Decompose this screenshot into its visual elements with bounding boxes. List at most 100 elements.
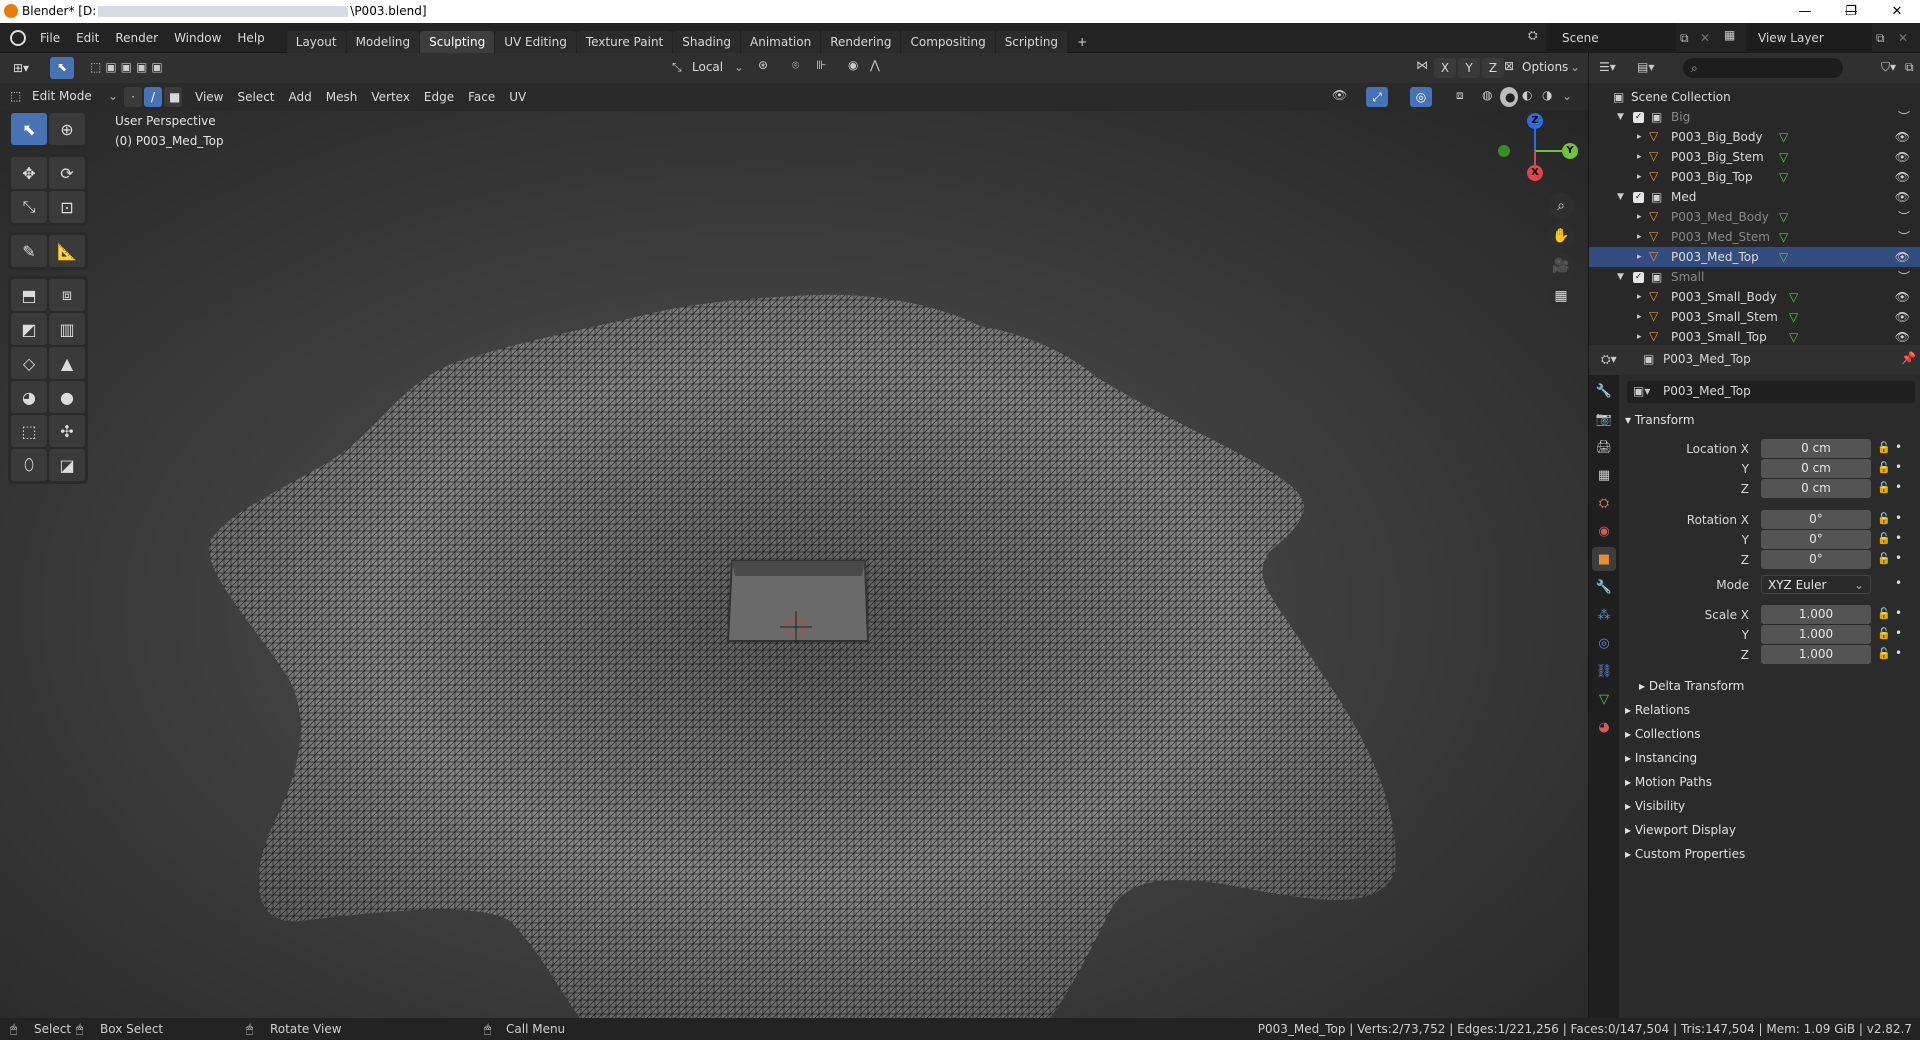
view-layer-selector[interactable]: View Layer	[1746, 23, 1872, 53]
outliner-object-row[interactable]: ▸ ▽ P003_Med_Stem ▽ ︶	[1589, 227, 1920, 247]
expand-arrow-icon[interactable]: ▸	[1637, 307, 1642, 327]
mesh-data-icon[interactable]: ▽	[1779, 227, 1788, 247]
keyframe-dot-icon[interactable]: •	[1895, 626, 1902, 640]
properties-section-header[interactable]: ▸ Collections	[1625, 723, 1700, 745]
material-shading-icon[interactable]: ◐	[1522, 88, 1532, 102]
rotation-y-field[interactable]: 0°	[1761, 530, 1871, 549]
render-tab-icon[interactable]: 📷	[1592, 407, 1616, 431]
tool-tab-icon[interactable]: 🔧	[1592, 379, 1616, 403]
add-workspace-button[interactable]: +	[1068, 31, 1096, 53]
zoom-icon[interactable]: ⌕	[1548, 193, 1574, 219]
outliner-object-row[interactable]: ▸ ▽ P003_Big_Body ▽ 👁	[1589, 127, 1920, 147]
location-z-field[interactable]: 0 cm	[1761, 479, 1871, 498]
lock-icon[interactable]: 🔓	[1877, 512, 1891, 525]
menu-help[interactable]: Help	[229, 23, 272, 53]
transform-panel-header[interactable]: ▾ Transform	[1625, 409, 1695, 431]
outliner-editor-icon[interactable]: ☰▾	[1599, 60, 1616, 74]
display-mode-icon[interactable]: ▤▾	[1637, 60, 1654, 74]
collection-row[interactable]: ▼ ✓ ▣ Small ︶	[1589, 267, 1920, 287]
scale-x-field[interactable]: 1.000	[1761, 605, 1871, 624]
filter-icon[interactable]: ⛉▾	[1881, 60, 1896, 75]
ortho-grid-icon[interactable]: ▦	[1548, 283, 1574, 309]
scene-tab-icon[interactable]: ⛭	[1592, 491, 1616, 515]
lock-icon[interactable]: 🔓	[1877, 461, 1891, 474]
keyframe-dot-icon[interactable]: •	[1895, 460, 1902, 474]
outliner-object-row[interactable]: ▸ ▽ P003_Med_Top ▽ 👁	[1589, 247, 1920, 267]
xray-icon[interactable]: ⧈	[1456, 88, 1464, 103]
transform-orientation-icon[interactable]: ⤡	[672, 60, 682, 75]
expand-arrow-icon[interactable]: ▸	[1637, 227, 1642, 247]
smooth-tool-icon[interactable]: ●	[49, 381, 85, 413]
collection-row[interactable]: ▼ ✓ ▣ Big ︶	[1589, 107, 1920, 127]
menu-select[interactable]: Select	[230, 83, 281, 111]
outliner-object-row[interactable]: ▸ ▽ P003_Med_Body ▽ ︶	[1589, 207, 1920, 227]
physics-tab-icon[interactable]: ◎	[1592, 631, 1616, 655]
visibility-icon[interactable]: 👁	[1332, 88, 1347, 102]
tab-modeling[interactable]: Modeling	[346, 31, 420, 53]
camera-view-icon[interactable]: 🎥	[1548, 253, 1574, 279]
visibility-eye-icon[interactable]: 👁	[1895, 307, 1910, 327]
object-name-field[interactable]: ▣▾ P003_Med_Top	[1627, 381, 1915, 403]
visibility-eye-icon[interactable]: ︶	[1898, 227, 1910, 247]
loop-cut-tool-icon[interactable]: ▥	[49, 313, 85, 345]
delta-transform-subpanel[interactable]: ▸ Delta Transform	[1639, 675, 1744, 697]
menu-face[interactable]: Face	[461, 83, 502, 111]
transform-orientation-selector[interactable]: Local	[692, 60, 723, 74]
properties-section-header[interactable]: ▸ Relations	[1625, 699, 1690, 721]
snap-target-icon[interactable]: ⊪	[816, 58, 826, 72]
selection-mode-icons[interactable]: ⬚▣▣▣▣	[90, 60, 167, 74]
properties-section-header[interactable]: ▸ Visibility	[1625, 795, 1685, 817]
particles-tab-icon[interactable]: ⁂	[1592, 603, 1616, 627]
expand-arrow-icon[interactable]: ▸	[1637, 327, 1642, 347]
menu-edit[interactable]: Edit	[68, 23, 107, 53]
keyframe-dot-icon[interactable]: •	[1895, 646, 1902, 660]
visibility-eye-icon[interactable]: ︶	[1898, 267, 1910, 287]
tab-shading[interactable]: Shading	[673, 31, 740, 53]
delete-scene-icon[interactable]: ✕	[1700, 31, 1710, 45]
active-tool-icon[interactable]: ⬉	[50, 57, 74, 79]
exclude-checkbox[interactable]: ✓	[1633, 112, 1644, 123]
lock-icon[interactable]: 🔓	[1877, 627, 1891, 640]
menu-view[interactable]: View	[188, 83, 230, 111]
tab-compositing[interactable]: Compositing	[901, 31, 995, 53]
menu-mesh[interactable]: Mesh	[319, 83, 365, 111]
lock-icon[interactable]: 🔓	[1877, 607, 1891, 620]
lock-icon[interactable]: 🔓	[1877, 532, 1891, 545]
face-select-button[interactable]: ■	[164, 87, 182, 107]
shrink-fatten-tool-icon[interactable]: ✣	[49, 415, 85, 447]
falloff-icon[interactable]: ⋀	[870, 58, 880, 72]
scale-z-field[interactable]: 1.000	[1761, 645, 1871, 664]
vertex-select-button[interactable]: ·	[124, 87, 142, 107]
gizmo-neg-y-axis[interactable]	[1498, 145, 1510, 157]
auto-merge-icon[interactable]: ⊠	[1504, 59, 1514, 73]
menu-vertex[interactable]: Vertex	[364, 83, 417, 111]
proportional-edit-icon[interactable]: ◉	[848, 58, 858, 72]
close-window-button[interactable]: ✕	[1874, 0, 1920, 23]
mesh-data-icon[interactable]: ▽	[1789, 327, 1798, 347]
lock-icon[interactable]: 🔓	[1877, 441, 1891, 454]
delete-view-layer-icon[interactable]: ✕	[1898, 31, 1908, 45]
collection-row[interactable]: ▼ ✓ ▣ Med 👁	[1589, 187, 1920, 207]
rotation-mode-select[interactable]: XYZ Euler ⌄	[1761, 575, 1871, 594]
visibility-eye-icon[interactable]: 👁	[1895, 327, 1910, 347]
mesh-data-icon[interactable]: ▽	[1779, 147, 1788, 167]
outliner-search-input[interactable]: ⌕	[1683, 58, 1843, 78]
visibility-eye-icon[interactable]: ︶	[1898, 107, 1910, 127]
keyframe-dot-icon[interactable]: •	[1895, 531, 1902, 545]
visibility-eye-icon[interactable]: 👁	[1895, 127, 1910, 147]
rotation-x-field[interactable]: 0°	[1761, 510, 1871, 529]
keyframe-dot-icon[interactable]: •	[1895, 551, 1902, 565]
tab-uv-editing[interactable]: UV Editing	[495, 31, 576, 53]
menu-uv[interactable]: UV	[502, 83, 533, 111]
move-tool-icon[interactable]: ✥	[11, 157, 47, 189]
3d-viewport[interactable]: User Perspective (0) P003_Med_Top Z Y X …	[0, 111, 1588, 1018]
exclude-checkbox[interactable]: ✓	[1633, 192, 1644, 203]
mesh-data-icon[interactable]: ▽	[1779, 167, 1788, 187]
keyframe-dot-icon[interactable]: •	[1895, 480, 1902, 494]
expand-arrow-icon[interactable]: ▸	[1637, 167, 1642, 187]
menu-edge[interactable]: Edge	[417, 83, 461, 111]
location-y-field[interactable]: 0 cm	[1761, 459, 1871, 478]
location-x-field[interactable]: 0 cm	[1761, 439, 1871, 458]
mesh-data-icon[interactable]: ▽	[1779, 207, 1788, 227]
visibility-eye-icon[interactable]: 👁	[1895, 147, 1910, 167]
